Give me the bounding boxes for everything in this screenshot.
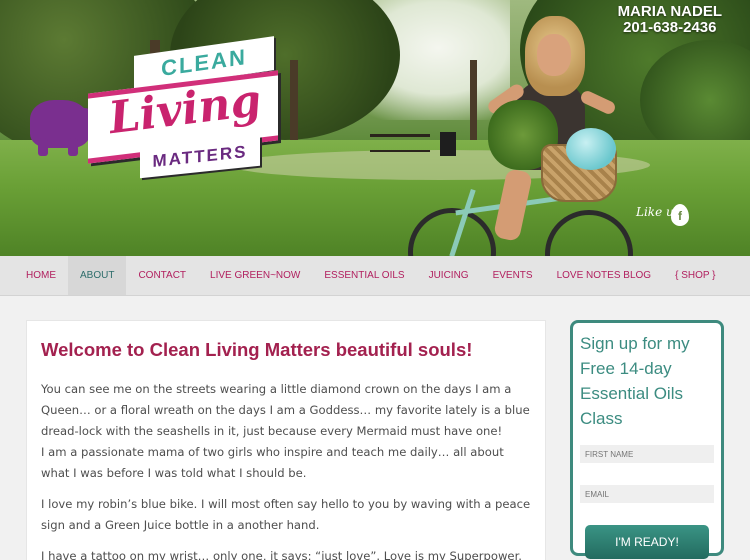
- contact-name: MARIA NADEL: [617, 3, 722, 20]
- nav-item-home[interactable]: HOME: [0, 256, 68, 295]
- signup-widget: Sign up for my Free 14-day Essential Oil…: [570, 320, 724, 559]
- about-paragraph-text: I am a passionate mama of two girls who …: [41, 445, 504, 480]
- hero-trash-bin: [440, 132, 456, 156]
- nav-item-live-green-now[interactable]: LIVE GREEN~NOW: [198, 256, 312, 295]
- hero-tree-trunk: [470, 60, 477, 140]
- nav-item-love-notes-blog[interactable]: LOVE NOTES BLOG: [545, 256, 663, 295]
- elephant-leg: [38, 138, 48, 156]
- about-content: Welcome to Clean Living Matters beautifu…: [26, 320, 546, 560]
- elephant-leg: [68, 138, 78, 156]
- nav-item-essential-oils[interactable]: ESSENTIAL OILS: [312, 256, 416, 295]
- signup-title: Sign up for my Free 14-day Essential Oil…: [580, 334, 690, 428]
- contact-phone[interactable]: 201-638-2436: [618, 20, 722, 36]
- page-title: Welcome to Clean Living Matters beautifu…: [41, 339, 473, 360]
- about-paragraph: You can see me on the streets wearing a …: [41, 379, 531, 484]
- email-field[interactable]: [580, 485, 714, 503]
- basket-ball: [566, 128, 616, 170]
- nav-item-about[interactable]: ABOUT: [68, 256, 127, 295]
- about-paragraph: I love my robin’s blue bike. I will most…: [41, 497, 531, 532]
- site-logo[interactable]: CLEAN Living MATTERS: [30, 36, 330, 192]
- nav-item-events[interactable]: EVENTS: [481, 256, 545, 295]
- nav-item-juicing[interactable]: JUICING: [417, 256, 481, 295]
- rider-face: [537, 34, 571, 76]
- about-paragraph: I have a tattoo on my wrist… only one, i…: [41, 549, 522, 560]
- im-ready-button[interactable]: I'M READY!: [585, 525, 709, 559]
- about-paragraph-text: You can see me on the streets wearing a …: [41, 382, 530, 438]
- nav-item-shop[interactable]: { SHOP }: [663, 256, 727, 295]
- first-name-field[interactable]: [580, 445, 714, 463]
- contact-info: MARIA NADEL 201-638-2436: [618, 4, 722, 36]
- main-nav: HOME ABOUT CONTACT LIVE GREEN~NOW ESSENT…: [0, 256, 750, 296]
- facebook-icon[interactable]: f: [671, 204, 689, 226]
- hero-bench: [370, 134, 430, 152]
- nav-item-contact[interactable]: CONTACT: [126, 256, 198, 295]
- hero-banner: MARIA NADEL 201-638-2436 Like us f CLEAN…: [0, 0, 750, 256]
